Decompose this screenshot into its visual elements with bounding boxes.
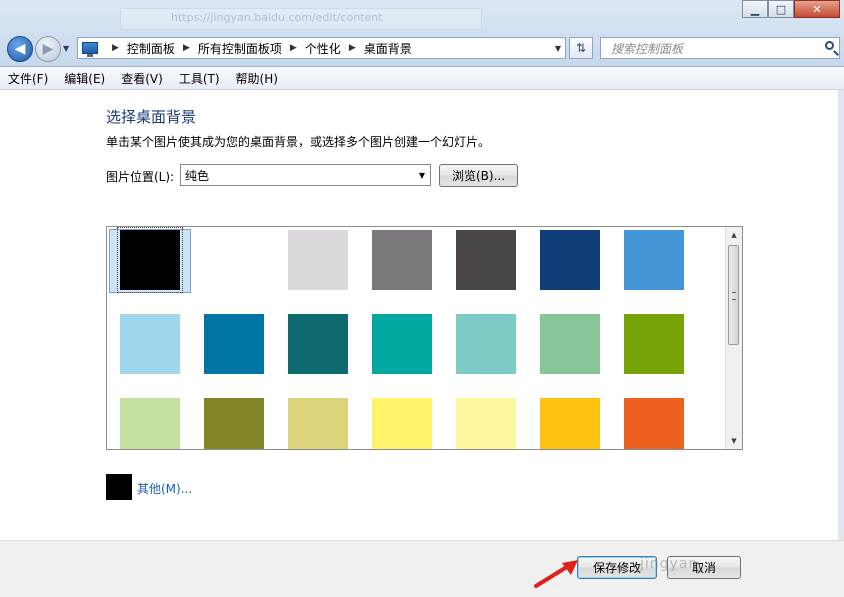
color-swatch[interactable]	[120, 314, 180, 374]
background-url-text: https://jingyan.baidu.com/edit/content	[171, 11, 383, 24]
window-controls: ▁ □ ✕	[742, 0, 840, 18]
color-gallery: ▲ ▼	[106, 226, 743, 450]
back-button[interactable]: ◀	[7, 36, 33, 62]
refresh-icon: ⇅	[575, 41, 587, 55]
footer-bar: 保存修改 取消	[0, 540, 844, 597]
forward-arrow-icon: ▶	[42, 41, 54, 57]
page-title: 选择桌面背景	[106, 108, 197, 126]
menu-view[interactable]: 查看(V)	[113, 70, 171, 87]
breadcrumb-sep-icon[interactable]: ▶	[349, 43, 356, 53]
color-swatch[interactable]	[456, 398, 516, 449]
color-swatch[interactable]	[372, 314, 432, 374]
search-icon[interactable]	[825, 41, 834, 50]
breadcrumb-item-desktop-background[interactable]: 桌面背景	[364, 40, 412, 57]
breadcrumb-sep-icon[interactable]: ▶	[112, 43, 119, 53]
color-swatch[interactable]	[204, 314, 264, 374]
breadcrumb-item-control-panel[interactable]: 控制面板	[127, 40, 175, 57]
page-description: 单击某个图片使其成为您的桌面背景，或选择多个图片创建一个幻灯片。	[106, 135, 491, 149]
picture-location-value: 纯色	[185, 168, 210, 183]
menu-file[interactable]: 文件(F)	[0, 70, 56, 87]
color-swatch[interactable]	[288, 398, 348, 449]
color-swatch[interactable]	[117, 227, 183, 293]
refresh-button[interactable]: ⇅	[569, 37, 593, 59]
color-swatch[interactable]	[288, 314, 348, 374]
color-swatch[interactable]	[372, 230, 432, 290]
minimize-button[interactable]: ▁	[742, 0, 768, 18]
gallery-scrollbar[interactable]: ▲ ▼	[725, 227, 742, 449]
color-swatch[interactable]	[204, 230, 264, 290]
color-swatch[interactable]	[372, 398, 432, 449]
breadcrumb: ▶ 控制面板 ▶ 所有控制面板项 ▶ 个性化 ▶ 桌面背景	[104, 40, 412, 57]
menu-help[interactable]: 帮助(H)	[228, 70, 286, 87]
maximize-button[interactable]: □	[768, 0, 794, 18]
picture-location-select[interactable]: 纯色 ▼	[180, 164, 431, 186]
background-url-field: https://jingyan.baidu.com/edit/content	[120, 8, 482, 30]
red-arrow-annotation	[534, 560, 578, 588]
close-button[interactable]: ✕	[794, 0, 840, 18]
forward-button[interactable]: ▶	[35, 36, 61, 62]
address-dropdown-icon[interactable]: ▼	[555, 44, 561, 53]
breadcrumb-sep-icon[interactable]: ▶	[290, 43, 297, 53]
scroll-down-icon[interactable]: ▼	[726, 433, 742, 449]
grip-icon	[732, 292, 736, 300]
back-arrow-icon: ◀	[14, 41, 26, 57]
control-panel-icon	[82, 42, 98, 57]
picture-location-label: 图片位置(L):	[106, 170, 175, 184]
color-swatch[interactable]	[540, 398, 600, 449]
other-colors-link[interactable]: 其他(M)...	[137, 480, 192, 497]
current-color-preview	[106, 474, 132, 500]
menu-bar: 文件(F) 编辑(E) 查看(V) 工具(T) 帮助(H)	[0, 67, 844, 90]
browse-button[interactable]: 浏览(B)...	[439, 164, 518, 187]
color-swatch[interactable]	[540, 314, 600, 374]
color-swatch[interactable]	[624, 398, 684, 449]
window-chrome: https://jingyan.baidu.com/edit/content ▁…	[0, 0, 844, 67]
color-swatch[interactable]	[288, 230, 348, 290]
window-right-border	[838, 90, 844, 596]
color-swatch[interactable]	[624, 230, 684, 290]
address-bar[interactable]: ▶ 控制面板 ▶ 所有控制面板项 ▶ 个性化 ▶ 桌面背景 ▼	[77, 37, 566, 59]
breadcrumb-sep-icon[interactable]: ▶	[183, 43, 190, 53]
breadcrumb-item-personalization[interactable]: 个性化	[305, 40, 341, 57]
scroll-thumb[interactable]	[728, 245, 739, 345]
color-swatch[interactable]	[120, 398, 180, 449]
color-swatch[interactable]	[456, 230, 516, 290]
search-box	[600, 37, 840, 59]
background-browser-bar: https://jingyan.baidu.com/edit/content	[0, 6, 740, 32]
color-swatch[interactable]	[456, 314, 516, 374]
breadcrumb-item-all-items[interactable]: 所有控制面板项	[198, 40, 282, 57]
chevron-down-icon: ▼	[418, 170, 425, 180]
watermark-text: jingyan	[640, 556, 699, 572]
color-swatch[interactable]	[204, 398, 264, 449]
main-content: 选择桌面背景 单击某个图片使其成为您的桌面背景，或选择多个图片创建一个幻灯片。 …	[0, 90, 844, 540]
menu-edit[interactable]: 编辑(E)	[56, 70, 113, 87]
menu-tools[interactable]: 工具(T)	[171, 70, 228, 87]
search-input[interactable]	[609, 39, 813, 59]
color-swatch[interactable]	[540, 230, 600, 290]
color-swatch[interactable]	[624, 314, 684, 374]
scroll-up-icon[interactable]: ▲	[726, 227, 742, 243]
recent-pages-dropdown-icon[interactable]: ▼	[63, 44, 69, 53]
